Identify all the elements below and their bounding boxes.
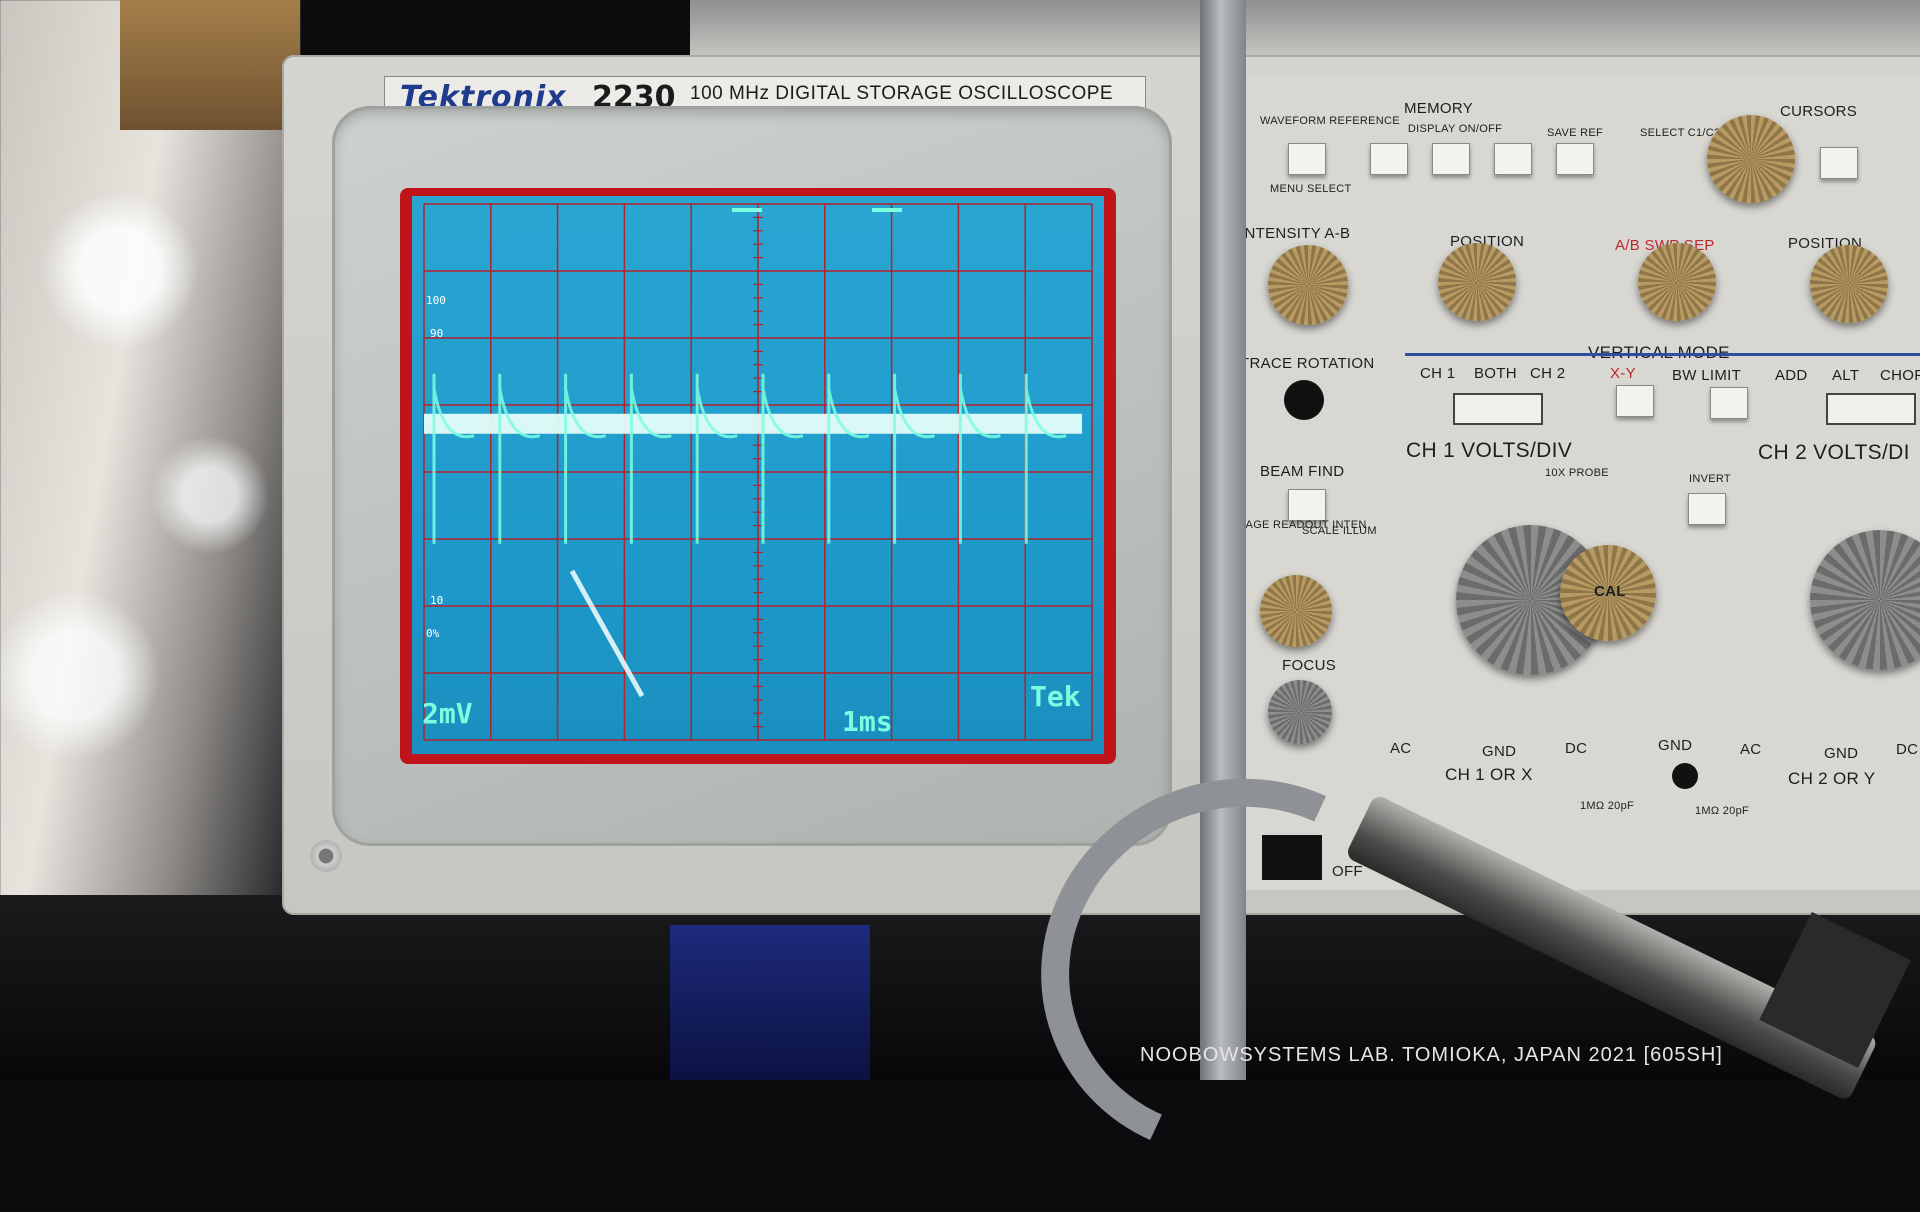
glare-reflection [569, 569, 645, 698]
alt-mode-label: ALT [1832, 367, 1860, 384]
pulse-edge [827, 373, 870, 544]
vertical-mode-bracket [1405, 353, 1920, 356]
photo-caption: NOOBOWSYSTEMS LAB. TOMIOKA, JAPAN 2021 [… [1140, 1044, 1723, 1066]
graticule-label-0: 0% [426, 627, 440, 640]
tek-mark: Tek [1030, 680, 1081, 713]
add-alt-chop-slider[interactable] [1826, 393, 1916, 425]
focus-knob[interactable] [1268, 680, 1332, 744]
pulse-edge [564, 373, 606, 544]
select-c1c2-label: SELECT C1/C2 [1640, 127, 1721, 139]
memory-button-2[interactable] [1432, 143, 1470, 175]
ch1-impedance-label: 1MΩ 20pF [1580, 800, 1635, 812]
focus-label: FOCUS [1282, 657, 1336, 674]
scale-illum-label: SCALE ILLUM [1302, 525, 1377, 537]
probe-10x-label: 10X PROBE [1545, 467, 1609, 479]
ch2-volts-div-label: CH 2 VOLTS/DI [1758, 441, 1910, 464]
graticule-label-100: 100 [426, 294, 446, 307]
memory-button-3[interactable] [1494, 143, 1532, 175]
delay-marker [872, 208, 902, 212]
cal-label: CAL [1594, 583, 1626, 600]
waveform-reference-label: WAVEFORM REFERENCE [1260, 115, 1400, 127]
cursors-label: CURSORS [1780, 103, 1858, 120]
pulse-edge [498, 373, 541, 544]
memory-button-1[interactable] [1370, 143, 1408, 175]
timebase-readout: 1ms [842, 705, 893, 738]
trigger-marker [732, 208, 762, 212]
beam-find-label: BEAM FIND [1260, 463, 1345, 480]
blue-box [670, 925, 870, 1080]
waveform-reference-button[interactable] [1288, 143, 1326, 175]
ch1-position-knob[interactable] [1438, 243, 1516, 321]
beam-find-button[interactable] [1288, 489, 1326, 521]
screw [310, 840, 342, 872]
scope-display: 100 90 10 0% 2mV 1ms Tek [422, 203, 1093, 741]
device-above [690, 0, 1920, 60]
wooden-shelf [120, 0, 300, 130]
ch2-dc-label: DC [1896, 741, 1919, 758]
invert-button[interactable] [1688, 493, 1726, 525]
pulse-edge [432, 373, 475, 544]
ch2-position-knob[interactable] [1810, 245, 1888, 323]
pulse-edge [1024, 373, 1067, 544]
chop-mode-label: CHOP [1880, 367, 1920, 384]
trace-rotation-label: TRACE ROTATION [1240, 355, 1375, 372]
xy-button[interactable] [1616, 385, 1654, 417]
channel-select-slider[interactable] [1453, 393, 1543, 425]
memory-label: MEMORY [1404, 100, 1474, 117]
ch2-gnd-jack[interactable] [1672, 763, 1698, 789]
ch2-gnd-label: GND [1824, 745, 1859, 762]
pulse-edge [958, 373, 1001, 544]
ch2-impedance-label: 1MΩ 20pF [1695, 805, 1750, 817]
bubble-wrap [0, 0, 300, 900]
save-ref-button[interactable] [1556, 143, 1594, 175]
xy-mode-label: X-Y [1610, 365, 1636, 382]
ch2-gnd-switch-label: GND [1658, 737, 1693, 754]
cursors-knob[interactable] [1707, 115, 1795, 203]
pulse-edge [893, 373, 935, 544]
storage-readout-knob[interactable] [1260, 575, 1332, 647]
add-mode-label: ADD [1775, 367, 1808, 384]
ch2-ac-label: AC [1740, 741, 1762, 758]
control-panel: WAVEFORM REFERENCE MENU SELECT MEMORY DI… [1214, 75, 1920, 890]
pulse-edge [695, 373, 738, 544]
ch1-volts-div-label: CH 1 VOLTS/DIV [1406, 439, 1573, 462]
invert-label: INVERT [1689, 473, 1731, 485]
ch1-dc-label: DC [1565, 740, 1588, 757]
graticule [423, 203, 1093, 741]
bw-limit-label: BW LIMIT [1672, 367, 1742, 384]
graticule-label-90: 90 [430, 327, 443, 340]
bw-limit-button[interactable] [1710, 387, 1748, 419]
intensity-label: INTENSITY A-B [1240, 225, 1351, 242]
menu-select-label: MENU SELECT [1270, 183, 1352, 195]
display-on-off-label: DISPLAY ON/OFF [1407, 123, 1503, 135]
pulse-edge [629, 373, 672, 544]
crt-screen: 100 90 10 0% 2mV 1ms Tek [412, 196, 1104, 754]
intensity-knob[interactable] [1268, 245, 1348, 325]
ch1-ac-label: AC [1390, 740, 1412, 757]
ch1-gnd-label: GND [1482, 743, 1517, 760]
trace-rotation-adjust[interactable] [1284, 380, 1324, 420]
trace-band [424, 413, 1082, 434]
ch2-volts-div-knob[interactable] [1810, 530, 1920, 670]
graticule-label-10: 10 [430, 594, 443, 607]
model-description: 100 MHz DIGITAL STORAGE OSCILLOSCOPE [690, 83, 1114, 104]
save-ref-label: SAVE REF [1547, 127, 1603, 139]
pulse-edge [761, 373, 804, 544]
ch1-mode-label: CH 1 [1420, 365, 1456, 382]
ch1-or-x-label: CH 1 OR X [1445, 765, 1533, 784]
both-mode-label: BOTH [1474, 365, 1517, 382]
ch2-or-y-label: CH 2 OR Y [1788, 769, 1876, 788]
ab-swp-sep-knob[interactable] [1638, 243, 1716, 321]
ch2-mode-label: CH 2 [1530, 365, 1566, 382]
ch1-volts-readout: 2mV [422, 697, 473, 730]
cursor-select-button[interactable] [1820, 147, 1858, 179]
